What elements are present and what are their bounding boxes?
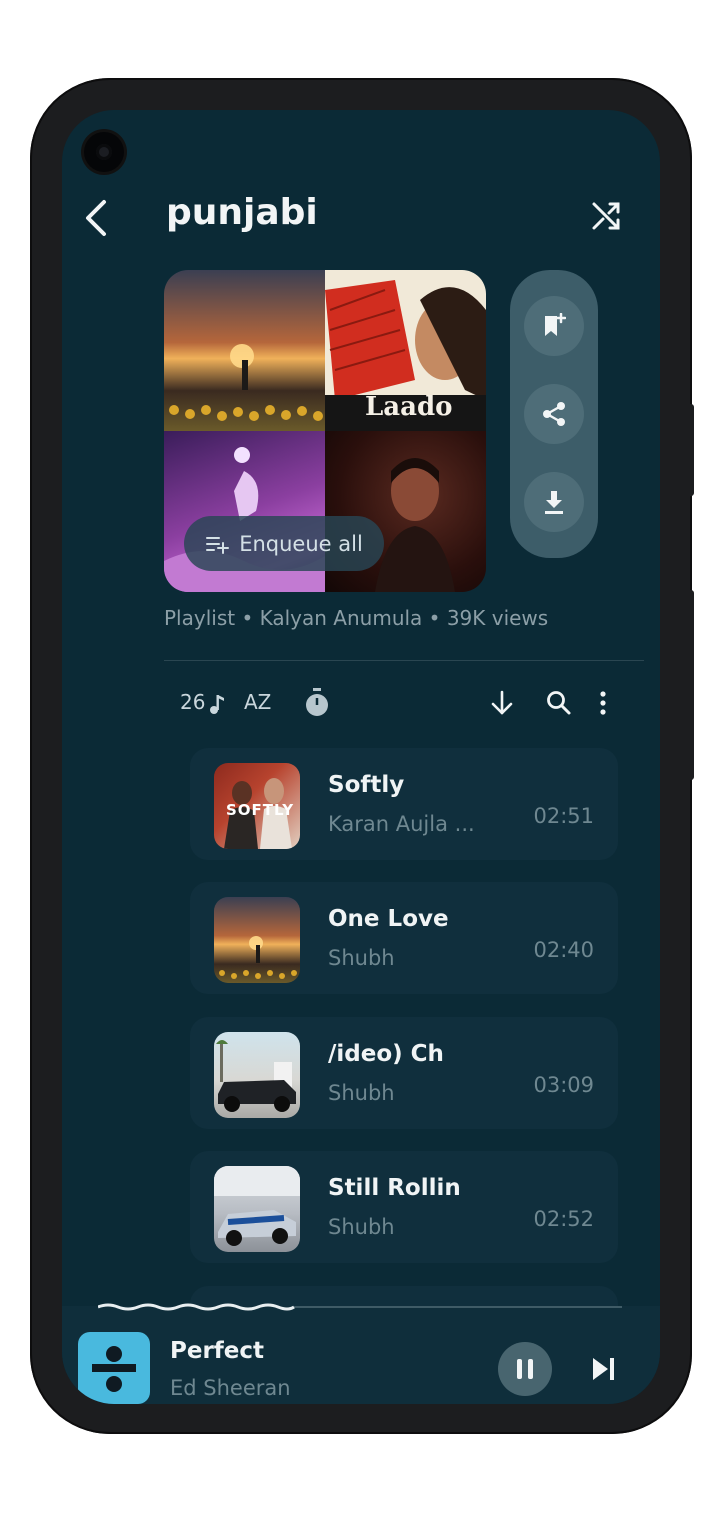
laado-title-text: Laado bbox=[365, 392, 453, 422]
download-icon bbox=[545, 491, 563, 514]
enqueue-all-label: Enqueue all bbox=[239, 531, 363, 556]
shuffle-icon[interactable] bbox=[590, 200, 622, 232]
pause-button[interactable] bbox=[498, 1342, 552, 1396]
queue-add-icon bbox=[206, 536, 230, 554]
song-item[interactable]: One Love Shubh 02:40 bbox=[190, 882, 618, 994]
volume-button bbox=[688, 404, 694, 496]
playback-progress[interactable] bbox=[98, 1302, 622, 1312]
song-count: 26 bbox=[180, 690, 205, 714]
song-duration: 03:09 bbox=[533, 1073, 594, 1097]
mini-player[interactable] bbox=[62, 1306, 660, 1404]
song-thumbnail bbox=[214, 1166, 300, 1252]
song-item[interactable]: /ideo) Ch Shubh 03:09 bbox=[190, 1017, 618, 1129]
share-button[interactable] bbox=[524, 384, 584, 444]
back-arrow-icon[interactable] bbox=[82, 198, 110, 238]
song-title: Softly bbox=[328, 772, 405, 798]
song-item[interactable]: SOFTLY Softly Karan Aujla ... 02:51 bbox=[190, 748, 618, 860]
arrow-down-icon[interactable] bbox=[490, 690, 514, 716]
song-title: Still Rollin bbox=[328, 1175, 461, 1201]
player-thumbnail bbox=[78, 1332, 150, 1404]
song-count-value: 26 bbox=[180, 690, 206, 714]
pause-icon bbox=[517, 1359, 533, 1379]
song-item[interactable]: Still Rollin Shubh 02:52 bbox=[190, 1151, 618, 1263]
song-thumbnail bbox=[214, 1032, 300, 1118]
cover-image-laado: Laado bbox=[325, 270, 486, 431]
song-duration: 02:40 bbox=[533, 938, 594, 962]
song-artist: Shubh bbox=[328, 946, 395, 970]
player-title: Perfect bbox=[170, 1338, 265, 1364]
playlist-actions-panel bbox=[510, 270, 598, 558]
song-artist: Karan Aujla ... bbox=[328, 812, 475, 836]
bookmark-add-button[interactable] bbox=[524, 296, 584, 356]
song-artist: Shubh bbox=[328, 1081, 395, 1105]
song-title: /ideo) Ch bbox=[328, 1041, 444, 1067]
song-title: One Love bbox=[328, 906, 449, 932]
timer-icon[interactable] bbox=[304, 688, 330, 718]
player-artist: Ed Sheeran bbox=[170, 1376, 291, 1400]
song-artist: Shubh bbox=[328, 1215, 395, 1239]
song-duration: 02:52 bbox=[533, 1207, 594, 1231]
sort-az-icon: AZ bbox=[244, 690, 272, 714]
app-screen: punjabi Laado Enqueue all Playlist • Kal… bbox=[62, 110, 660, 1404]
softly-thumb-text: SOFTLY bbox=[226, 801, 295, 819]
sort-button[interactable]: AZ bbox=[244, 690, 271, 714]
more-options-icon[interactable] bbox=[598, 690, 608, 716]
cover-image-sunset bbox=[164, 270, 325, 431]
front-camera bbox=[84, 132, 124, 172]
song-thumbnail: SOFTLY bbox=[214, 763, 300, 849]
song-thumbnail bbox=[214, 897, 300, 983]
page-title: punjabi bbox=[166, 192, 318, 233]
music-note-icon bbox=[210, 695, 224, 714]
playlist-meta: Playlist • Kalyan Anumula • 39K views bbox=[164, 606, 549, 630]
song-duration: 02:51 bbox=[533, 804, 594, 828]
search-icon[interactable] bbox=[546, 690, 572, 716]
share-icon bbox=[543, 402, 565, 426]
power-button bbox=[688, 590, 694, 780]
divider bbox=[164, 660, 644, 661]
bookmark-add-icon bbox=[545, 313, 566, 336]
download-button[interactable] bbox=[524, 472, 584, 532]
skip-next-icon[interactable] bbox=[590, 1354, 618, 1384]
enqueue-all-button[interactable]: Enqueue all bbox=[184, 516, 384, 571]
